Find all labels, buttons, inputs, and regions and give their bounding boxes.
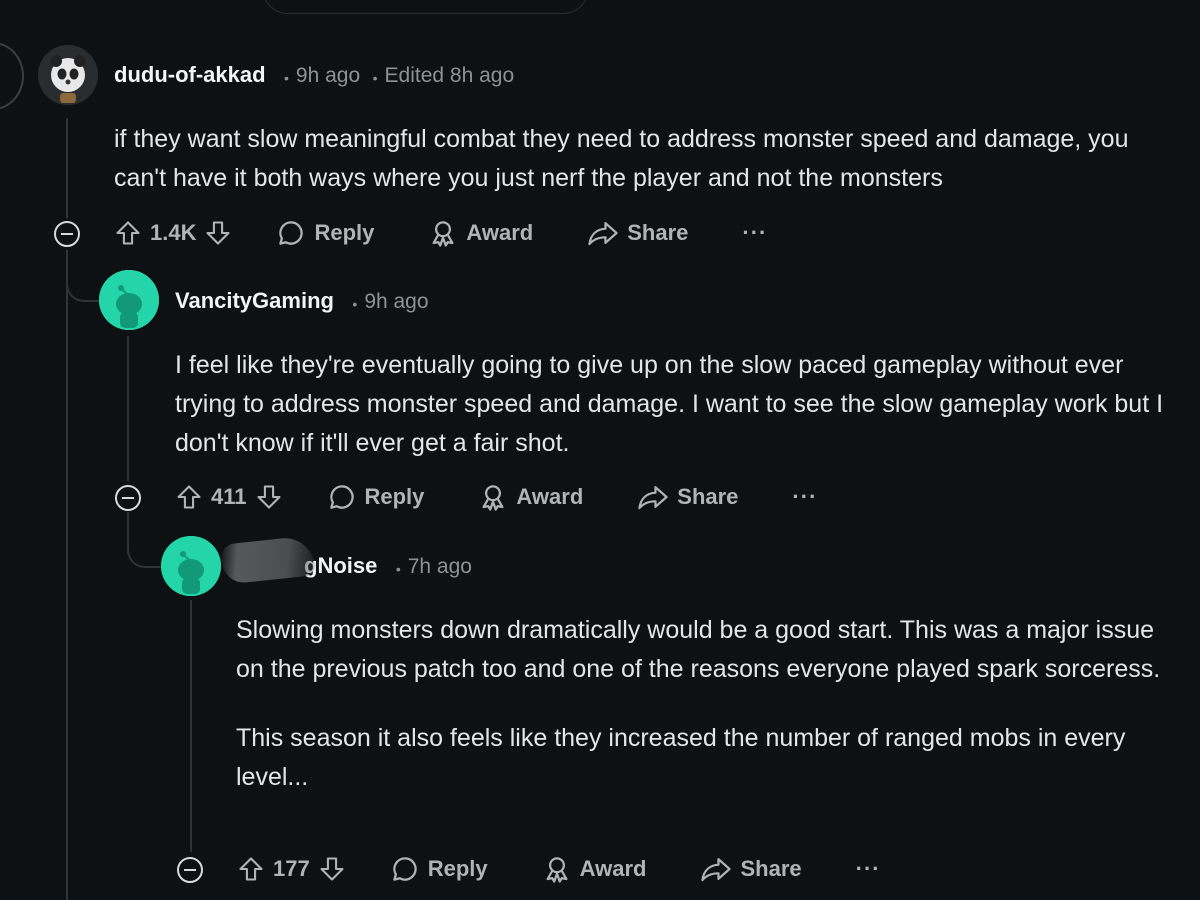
award-icon xyxy=(546,857,568,883)
thread-line xyxy=(66,118,68,218)
reply-label: Reply xyxy=(364,484,425,509)
avatar[interactable] xyxy=(38,45,98,105)
award-icon xyxy=(432,221,454,247)
reply-bubble-icon xyxy=(329,485,354,509)
collapse-button[interactable] xyxy=(177,857,203,883)
collapse-button[interactable] xyxy=(115,485,141,511)
comment-body: if they want slow meaningful combat they… xyxy=(114,125,1129,192)
more-icon: ··· xyxy=(742,220,768,245)
share-button[interactable]: Share xyxy=(700,854,802,884)
more-options-button[interactable]: ··· xyxy=(856,856,881,882)
thread-elbow xyxy=(66,250,102,302)
share-button[interactable]: Share xyxy=(637,482,738,512)
vote-count: 1.4K xyxy=(150,220,197,245)
redaction-smudge xyxy=(220,535,316,585)
downvote-icon[interactable] xyxy=(255,483,283,511)
comment-actions: 411 Reply Award Share ··· xyxy=(175,477,817,517)
thread-elbow xyxy=(127,512,163,568)
reply-bubble-icon xyxy=(279,221,304,245)
vote-group: 177 xyxy=(237,855,346,883)
more-icon: ··· xyxy=(792,484,818,509)
share-label: Share xyxy=(740,856,802,881)
downvote-icon[interactable] xyxy=(204,219,232,247)
reply-button[interactable]: Reply xyxy=(390,854,488,884)
share-label: Share xyxy=(677,484,739,509)
thread-line xyxy=(127,336,129,481)
share-arrow-icon xyxy=(588,222,618,246)
avatar[interactable] xyxy=(161,536,221,596)
upvote-icon[interactable] xyxy=(175,483,203,511)
upvote-icon[interactable] xyxy=(237,855,265,883)
award-button[interactable]: Award xyxy=(542,854,647,884)
award-label: Award xyxy=(466,220,534,245)
separator-dot: • xyxy=(372,69,378,86)
username[interactable]: dudu-of-akkad xyxy=(114,62,266,87)
vote-count: 411 xyxy=(211,484,247,509)
award-label: Award xyxy=(516,484,584,509)
more-options-button[interactable]: ··· xyxy=(792,484,817,510)
reply-label: Reply xyxy=(314,220,375,245)
reply-button[interactable]: Reply xyxy=(276,218,374,248)
vote-count: 177 xyxy=(273,856,310,881)
reply-bubble-icon xyxy=(392,857,417,881)
reply-button[interactable]: Reply xyxy=(327,482,425,512)
award-label: Award xyxy=(579,856,647,881)
timestamp: 9h ago xyxy=(295,64,361,87)
award-button[interactable]: Award xyxy=(428,218,533,248)
share-label: Share xyxy=(627,220,689,245)
share-button[interactable]: Share xyxy=(587,218,688,248)
upvote-icon[interactable] xyxy=(114,219,142,247)
comment-actions: 1.4K Reply Award Share ··· xyxy=(114,213,767,253)
snoo-avatar-icon xyxy=(99,270,159,330)
timestamp: 9h ago xyxy=(364,290,429,313)
reply-label: Reply xyxy=(427,856,488,881)
edited-label: Edited 8h ago xyxy=(384,64,515,87)
more-icon: ··· xyxy=(855,856,881,881)
timestamp: 7h ago xyxy=(407,555,472,578)
award-button[interactable]: Award xyxy=(478,482,583,512)
share-arrow-icon xyxy=(701,858,732,882)
vote-group: 411 xyxy=(175,483,283,511)
snoo-avatar-icon xyxy=(161,536,221,596)
downvote-icon[interactable] xyxy=(318,855,346,883)
comment-actions: 177 Reply Award Share ··· xyxy=(237,849,881,889)
separator-dot: • xyxy=(284,69,289,86)
avatar[interactable] xyxy=(99,270,159,330)
award-icon xyxy=(482,485,504,511)
comment-body: I feel like they're eventually going to … xyxy=(175,351,1164,457)
collapse-button[interactable] xyxy=(54,221,80,247)
thread-line xyxy=(66,250,68,900)
parent-collapse-outline xyxy=(0,42,24,110)
comment-body: This season it also feels like they incr… xyxy=(236,724,1126,791)
panda-avatar-icon xyxy=(38,45,98,105)
separator-dot: • xyxy=(352,295,358,312)
username[interactable]: VancityGaming xyxy=(175,288,334,313)
top-pill-outline xyxy=(262,0,589,14)
separator-dot: • xyxy=(395,560,401,577)
thread-line xyxy=(190,600,192,852)
vote-group: 1.4K xyxy=(114,219,232,247)
username[interactable]: gNoise xyxy=(304,553,377,578)
comment-body: Slowing monsters down dramatically would… xyxy=(236,616,1161,683)
share-arrow-icon xyxy=(638,486,668,510)
more-options-button[interactable]: ··· xyxy=(742,220,767,246)
